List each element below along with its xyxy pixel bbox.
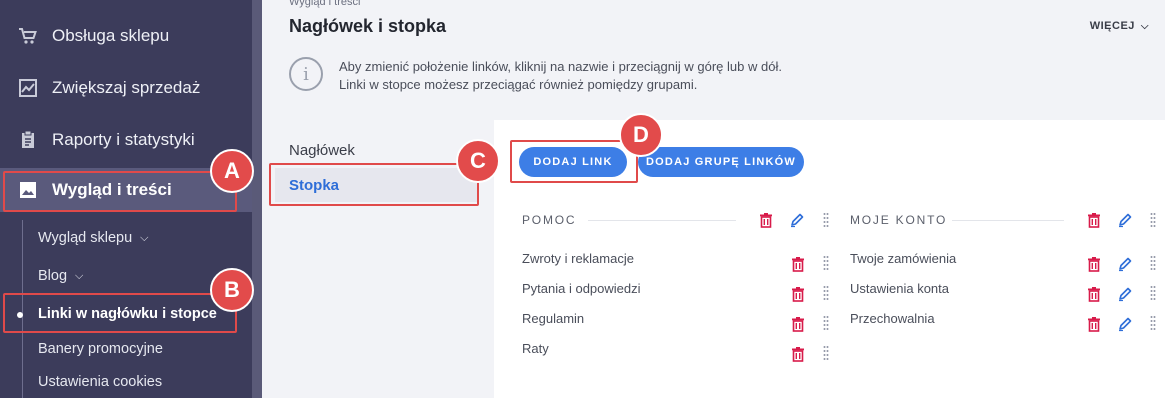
page-title: Nagłówek i stopka [289,16,447,36]
sidebar-item-label: Obsługa sklepu [52,26,170,45]
edit-link-icon[interactable] [1116,255,1134,273]
clipboard-icon [18,130,38,150]
drag-handle-icon[interactable] [823,255,829,271]
callout-box-c [269,163,479,206]
list-item[interactable]: Raty [522,341,549,356]
list-item[interactable]: Przechowalnia [850,311,935,326]
callout-box-b [3,293,237,333]
group-title: MOJE KONTO [850,213,948,227]
tab-naglowek[interactable]: Nagłówek [275,133,477,167]
subitem-wyglad-sklepu[interactable]: Wygląd sklepu ⌵ [38,230,149,246]
callout-badge-d: D [619,113,663,157]
info-line: Aby zmienić położenie linków, kliknij na… [339,59,782,74]
more-menu[interactable]: WIĘCEJ ⌵ [1090,20,1149,32]
edit-group-icon[interactable] [1116,211,1134,229]
sidebar-item-zwiekszaj-sprzedaz[interactable]: Zwiększaj sprzedaż [0,66,252,110]
divider [952,220,1064,221]
list-item[interactable]: Zwroty i reklamacje [522,251,634,266]
subitem-blog[interactable]: Blog ⌵ [38,268,83,284]
delete-link-icon[interactable] [789,285,807,303]
drag-handle-icon[interactable] [823,345,829,361]
chevron-down-icon: ⌵ [140,231,149,244]
sidebar-item-label: Raporty i statystyki [52,130,195,149]
subitem-label: Banery promocyjne [38,341,163,357]
subitem-label: Wygląd sklepu [38,230,133,246]
delete-link-icon[interactable] [789,315,807,333]
drag-handle-icon[interactable] [823,315,829,331]
drag-handle-icon[interactable] [823,285,829,301]
chevron-down-icon: ⌵ [1140,20,1149,32]
divider [588,220,736,221]
delete-group-icon[interactable] [757,211,775,229]
breadcrumb[interactable]: Wygląd i treści [289,0,360,8]
more-label: WIĘCEJ [1089,20,1135,32]
edit-link-icon[interactable] [1116,315,1134,333]
drag-handle-icon[interactable] [823,212,829,228]
info-line: Linki w stopce możesz przeciągać również… [339,77,698,92]
subitem-label: Ustawienia cookies [38,374,163,390]
callout-box-d [510,140,638,183]
sidebar-item-raporty[interactable]: Raporty i statystyki [0,118,252,162]
subitem-banery[interactable]: Banery promocyjne [38,341,163,357]
list-item[interactable]: Pytania i odpowiedzi [522,281,641,296]
tab-label: Nagłówek [289,141,355,159]
delete-group-icon[interactable] [1085,211,1103,229]
edit-link-icon[interactable] [1116,285,1134,303]
delete-link-icon[interactable] [789,345,807,363]
delete-link-icon[interactable] [1085,285,1103,303]
edit-group-icon[interactable] [788,211,806,229]
callout-box-a [3,171,237,212]
chevron-down-icon: ⌵ [75,269,84,282]
cart-icon [18,26,38,46]
info-text: Aby zmienić położenie linków, kliknij na… [339,58,782,94]
callout-badge-c: C [456,139,500,183]
callout-badge-b: B [210,268,254,312]
delete-link-icon[interactable] [789,255,807,273]
list-item[interactable]: Regulamin [522,311,584,326]
sidebar-scrollbar[interactable] [252,0,262,398]
sidebar-item-obsluga-sklepu[interactable]: Obsługa sklepu [0,14,252,58]
delete-link-icon[interactable] [1085,255,1103,273]
drag-handle-icon[interactable] [1150,255,1156,271]
subitem-cookies[interactable]: Ustawienia cookies [38,374,162,390]
group-title: POMOC [522,213,577,227]
drag-handle-icon[interactable] [1150,212,1156,228]
drag-handle-icon[interactable] [1150,285,1156,301]
add-link-group-button[interactable]: DODAJ GRUPĘ LINKÓW [638,147,804,177]
callout-badge-a: A [210,149,254,193]
drag-handle-icon[interactable] [1150,315,1156,331]
chart-icon [18,78,38,98]
list-item[interactable]: Twoje zamówienia [850,251,956,266]
subitem-label: Blog [38,268,68,284]
list-item[interactable]: Ustawienia konta [850,281,949,296]
info-icon: i [289,57,323,91]
sidebar-item-label: Zwiększaj sprzedaż [52,78,201,97]
delete-link-icon[interactable] [1085,315,1103,333]
